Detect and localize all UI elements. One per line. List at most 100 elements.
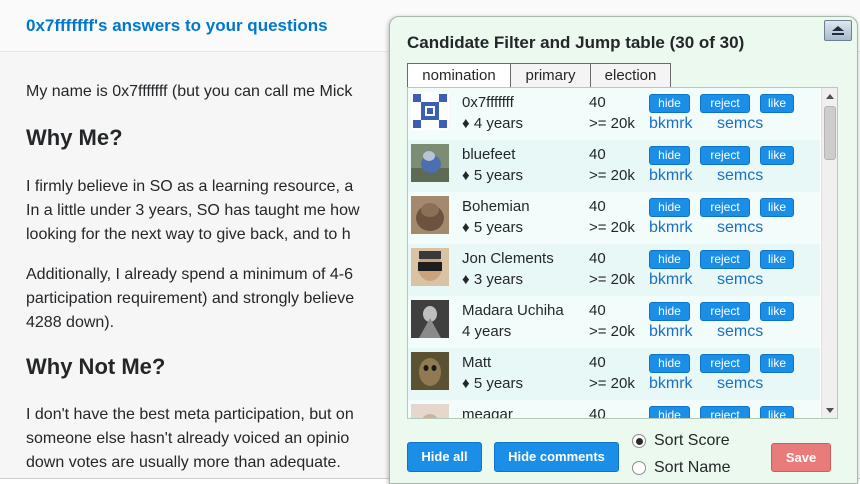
candidate-rep: >= 20k	[589, 115, 635, 132]
reject-button[interactable]: reject	[700, 198, 750, 217]
avatar	[411, 404, 449, 418]
like-button[interactable]: like	[760, 302, 794, 321]
hide-button[interactable]: hide	[649, 146, 690, 165]
candidate-score: 40	[589, 302, 606, 319]
candidate-row: Matt ♦ 5 years 40 >= 20k hide reject lik…	[408, 348, 820, 400]
candidate-filter-panel: Candidate Filter and Jump table (30 of 3…	[389, 16, 858, 484]
candidate-name[interactable]: Bohemian	[462, 198, 530, 215]
sort-score-radio[interactable]	[632, 434, 646, 448]
like-button[interactable]: like	[760, 198, 794, 217]
like-button[interactable]: like	[760, 250, 794, 269]
semcs-link[interactable]: semcs	[717, 271, 763, 289]
hide-button[interactable]: hide	[649, 406, 690, 418]
avatar	[411, 248, 449, 286]
candidate-row: bluefeet ♦ 5 years 40 >= 20k hide reject…	[408, 140, 820, 192]
paragraph-line: participation requirement) and strongly …	[26, 290, 355, 307]
candidate-rep: >= 20k	[589, 271, 635, 288]
candidate-years: ♦ 4 years	[462, 115, 524, 132]
collapse-button[interactable]	[824, 20, 852, 41]
paragraph-line: I firmly believe in SO as a learning res…	[26, 178, 354, 195]
tab-primary[interactable]: primary	[510, 63, 591, 88]
candidate-score: 40	[589, 354, 606, 371]
avatar	[411, 144, 449, 182]
candidate-list: 0x7fffffff ♦ 4 years 40 >= 20k hide reje…	[407, 87, 838, 419]
save-button[interactable]: Save	[771, 443, 831, 472]
reject-button[interactable]: reject	[700, 146, 750, 165]
candidate-years: 4 years	[462, 323, 512, 340]
bookmark-link[interactable]: bkmrk	[649, 271, 693, 289]
scroll-up-icon	[826, 93, 834, 99]
candidate-row: Madara Uchiha 4 years 40 >= 20k hide rej…	[408, 296, 820, 348]
intro-paragraph: My name is 0x7fffffff (but you can call …	[26, 83, 353, 100]
avatar	[411, 196, 449, 234]
radio-selected-dot	[635, 437, 643, 445]
avatar	[411, 92, 449, 130]
sort-score-label: Sort Score	[654, 432, 730, 449]
hide-comments-button[interactable]: Hide comments	[494, 442, 619, 472]
candidate-years: ♦ 3 years	[462, 271, 524, 288]
candidate-name[interactable]: bluefeet	[462, 146, 515, 163]
semcs-link[interactable]: semcs	[717, 375, 763, 393]
sort-score-option[interactable]: Sort Score	[632, 432, 730, 450]
hide-button[interactable]: hide	[649, 250, 690, 269]
paragraph-line: In a little under 3 years, SO has taught…	[26, 202, 360, 219]
scroll-down-button[interactable]	[822, 402, 837, 418]
avatar	[411, 352, 449, 390]
bookmark-link[interactable]: bkmrk	[649, 219, 693, 237]
candidate-name[interactable]: 0x7fffffff	[462, 94, 514, 111]
reject-button[interactable]: reject	[700, 354, 750, 373]
like-button[interactable]: like	[760, 354, 794, 373]
hide-button[interactable]: hide	[649, 198, 690, 217]
candidate-name[interactable]: meagar	[462, 406, 513, 418]
hide-button[interactable]: hide	[649, 354, 690, 373]
sort-name-option[interactable]: Sort Name	[632, 459, 730, 477]
semcs-link[interactable]: semcs	[717, 219, 763, 237]
reject-button[interactable]: reject	[700, 302, 750, 321]
scroll-thumb[interactable]	[824, 106, 836, 160]
hide-button[interactable]: hide	[649, 302, 690, 321]
hide-all-button[interactable]: Hide all	[407, 442, 482, 472]
candidate-row: Jon Clements ♦ 3 years 40 >= 20k hide re…	[408, 244, 820, 296]
semcs-link[interactable]: semcs	[717, 323, 763, 341]
candidate-name[interactable]: Madara Uchiha	[462, 302, 564, 319]
candidate-name[interactable]: Matt	[462, 354, 491, 371]
tab-election[interactable]: election	[590, 63, 671, 88]
panel-title: Candidate Filter and Jump table (30 of 3…	[407, 33, 745, 52]
heading-why-me: Why Me?	[26, 125, 123, 150]
reject-button[interactable]: reject	[700, 250, 750, 269]
scroll-down-icon	[826, 407, 834, 413]
sort-name-radio[interactable]	[632, 461, 646, 475]
collapse-up-icon	[832, 25, 844, 35]
candidate-score: 40	[589, 94, 606, 111]
candidate-rep: >= 20k	[589, 219, 635, 236]
candidate-name[interactable]: Jon Clements	[462, 250, 554, 267]
bookmark-link[interactable]: bkmrk	[649, 167, 693, 185]
candidate-years: ♦ 5 years	[462, 375, 524, 392]
candidate-score: 40	[589, 250, 606, 267]
reject-button[interactable]: reject	[700, 406, 750, 418]
candidate-years: ♦ 5 years	[462, 219, 524, 236]
bookmark-link[interactable]: bkmrk	[649, 375, 693, 393]
paragraph-line: I don't have the best meta participation…	[26, 406, 354, 423]
bookmark-link[interactable]: bkmrk	[649, 323, 693, 341]
paragraph-line: Additionally, I already spend a minimum …	[26, 266, 353, 283]
candidate-row: meagar 40 hide reject like	[408, 400, 820, 418]
reject-button[interactable]: reject	[700, 94, 750, 113]
semcs-link[interactable]: semcs	[717, 115, 763, 133]
scroll-up-button[interactable]	[822, 88, 837, 104]
candidate-rep: >= 20k	[589, 167, 635, 184]
tab-bar: nomination primary election	[407, 63, 671, 88]
page-title[interactable]: 0x7fffffff's answers to your questions	[26, 16, 328, 36]
tab-nomination[interactable]: nomination	[407, 63, 511, 88]
candidate-score: 40	[589, 146, 606, 163]
avatar	[411, 300, 449, 338]
like-button[interactable]: like	[760, 406, 794, 418]
candidate-rep: >= 20k	[589, 375, 635, 392]
like-button[interactable]: like	[760, 146, 794, 165]
hide-button[interactable]: hide	[649, 94, 690, 113]
paragraph-line: looking for the next way to give back, a…	[26, 226, 351, 243]
like-button[interactable]: like	[760, 94, 794, 113]
list-scrollbar[interactable]	[821, 88, 837, 418]
bookmark-link[interactable]: bkmrk	[649, 115, 693, 133]
semcs-link[interactable]: semcs	[717, 167, 763, 185]
